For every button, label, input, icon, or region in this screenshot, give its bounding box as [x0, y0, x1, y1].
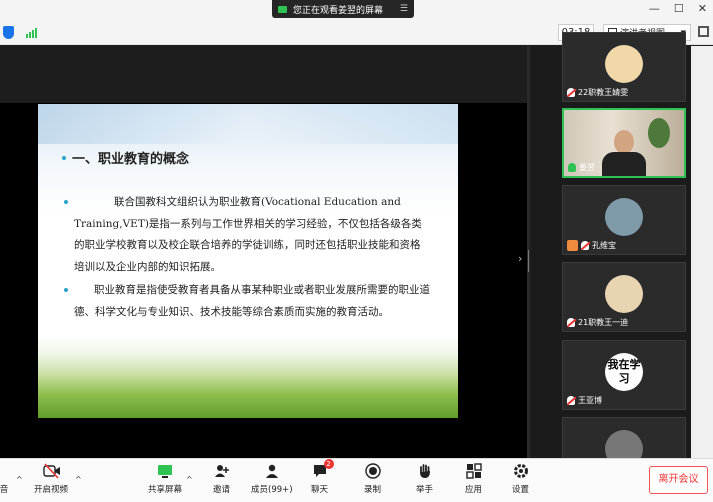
share-status-text: 您正在观看姜翌的屏幕	[293, 5, 384, 16]
participant-name: 孔维宝	[567, 240, 616, 251]
members-button[interactable]: 成员(99+)	[251, 463, 293, 495]
avatar	[605, 45, 643, 83]
gear-icon	[513, 463, 529, 479]
record-button[interactable]: 录制	[364, 463, 381, 495]
chat-button[interactable]: 2 聊天	[311, 459, 334, 495]
leave-meeting-button[interactable]: 离开会议	[649, 466, 708, 494]
raise-hand-label: 举手	[416, 485, 434, 495]
mic-muted-icon	[567, 396, 575, 405]
participant-name-text: 22职教王婧雯	[578, 88, 629, 97]
screen-share-banner[interactable]: 您正在观看姜翌的屏幕 ☰	[272, 0, 414, 18]
members-icon	[264, 463, 280, 479]
apps-icon	[465, 463, 482, 479]
video-face	[614, 130, 634, 154]
participant-name: 21职教王一迪	[567, 317, 628, 328]
share-label: 共享屏幕	[148, 485, 183, 495]
avatar	[605, 198, 643, 236]
settings-button[interactable]: 设置	[512, 463, 529, 495]
participant-name-text: 孔维宝	[592, 241, 616, 250]
bullet-icon	[64, 288, 68, 292]
network-signal-icon[interactable]	[26, 28, 37, 38]
audio-label: 音	[0, 485, 9, 495]
close-icon[interactable]: ✕	[698, 2, 707, 15]
bullet-icon	[64, 200, 68, 204]
video-body	[602, 152, 646, 176]
video-button[interactable]: 开启视频	[34, 463, 68, 495]
chevron-up-icon[interactable]: ^	[16, 475, 23, 484]
microphone-icon	[0, 463, 12, 479]
paragraph-text: 职业教育是指使受教育者具备从事某种职业或者职业发展所需要的职业道德、科学文化与专…	[74, 284, 430, 318]
participant-tile-speaking[interactable]: 姜翌	[562, 108, 686, 178]
chat-badge: 2	[323, 459, 334, 469]
participant-tile[interactable]: 孔维宝	[562, 185, 686, 255]
add-user-icon	[214, 463, 230, 479]
scrollbar[interactable]	[691, 46, 713, 458]
share-screen-icon	[157, 463, 173, 479]
title-bar: 您正在观看姜翌的屏幕 ☰ — ☐ ✕	[0, 0, 713, 20]
mic-muted-icon	[567, 88, 575, 97]
participant-panel: 22职教王婧雯 姜翌 孔维宝 21职教王一迪 我在学习 王亚博	[531, 32, 713, 487]
participant-name-text: 姜翌	[579, 163, 595, 172]
apps-button[interactable]: 应用	[465, 463, 482, 495]
meeting-window: 您正在观看姜翌的屏幕 ☰ — ☐ ✕ 03:18 演讲者视图 ▼	[0, 0, 713, 502]
chat-icon: 2	[312, 459, 334, 479]
participant-tile[interactable]: 22职教王婧雯	[562, 32, 686, 102]
participant-name-text: 王亚博	[578, 396, 602, 405]
audio-button[interactable]: 音	[0, 463, 12, 495]
host-icon	[567, 240, 578, 251]
raise-hand-button[interactable]: 举手	[416, 463, 433, 495]
menu-icon[interactable]: ☰	[400, 4, 408, 14]
participant-name: 王亚博	[567, 395, 602, 406]
slide-paragraph-1: 联合国教科文组织认为职业教育(Vocational Education and …	[64, 192, 430, 278]
maximize-icon[interactable]: ☐	[674, 2, 684, 15]
participant-tile[interactable]: 我在学习 王亚博	[562, 340, 686, 410]
mic-active-icon	[568, 163, 576, 172]
hand-icon	[417, 463, 433, 479]
participant-name: 22职教王婧雯	[567, 87, 628, 98]
fullscreen-icon[interactable]	[698, 26, 709, 37]
share-screen-button[interactable]: 共享屏幕	[148, 463, 182, 495]
chevron-up-icon[interactable]: ^	[75, 475, 82, 484]
chevron-up-icon[interactable]: ^	[186, 475, 193, 484]
video-off-icon	[43, 463, 60, 479]
slide-canvas: 一、职业教育的概念 联合国教科文组织认为职业教育(Vocational Educ…	[0, 103, 527, 463]
slide-title-text: 一、职业教育的概念	[72, 152, 190, 167]
participant-name-text: 21职教王一迪	[578, 318, 629, 327]
avatar: 我在学习	[605, 353, 643, 391]
slide-paragraph-2: 职业教育是指使受教育者具备从事某种职业或者职业发展所需要的职业道德、科学文化与专…	[64, 280, 430, 323]
resize-handle[interactable]	[528, 250, 529, 272]
mic-muted-icon	[581, 241, 589, 250]
minimize-icon[interactable]: —	[649, 2, 660, 15]
mic-muted-icon	[567, 318, 575, 327]
shield-icon[interactable]	[3, 26, 14, 39]
slide-title: 一、职业教育的概念	[62, 148, 189, 167]
participant-name: 姜翌	[568, 162, 595, 173]
record-label: 录制	[364, 485, 382, 495]
screen-share-icon	[278, 5, 287, 13]
invite-label: 邀请	[213, 485, 231, 495]
presentation-slide: 一、职业教育的概念 联合国教科文组织认为职业教育(Vocational Educ…	[38, 104, 458, 418]
video-plant	[648, 118, 670, 148]
avatar-text: 我在学习	[605, 353, 643, 391]
chevron-right-icon[interactable]: ›	[518, 252, 522, 265]
settings-label: 设置	[512, 485, 530, 495]
meeting-toolbar: 音 ^ 开启视频 ^ 共享屏幕 ^ 邀请 成员(99+) 2 聊天 录制 举手 …	[0, 458, 713, 502]
participant-tile[interactable]: 21职教王一迪	[562, 262, 686, 332]
window-controls: — ☐ ✕	[649, 2, 707, 15]
video-label: 开启视频	[34, 485, 69, 495]
invite-button[interactable]: 邀请	[213, 463, 230, 495]
paragraph-text: 联合国教科文组织认为职业教育(Vocational Education and …	[74, 196, 422, 273]
avatar	[605, 275, 643, 313]
chat-label: 聊天	[311, 485, 329, 495]
slide-sky	[38, 104, 458, 144]
record-icon	[364, 463, 381, 479]
shared-screen: 一、职业教育的概念 联合国教科文组织认为职业教育(Vocational Educ…	[0, 46, 530, 463]
members-label: 成员(99+)	[251, 485, 293, 495]
apps-label: 应用	[465, 485, 483, 495]
bullet-icon	[62, 155, 66, 160]
